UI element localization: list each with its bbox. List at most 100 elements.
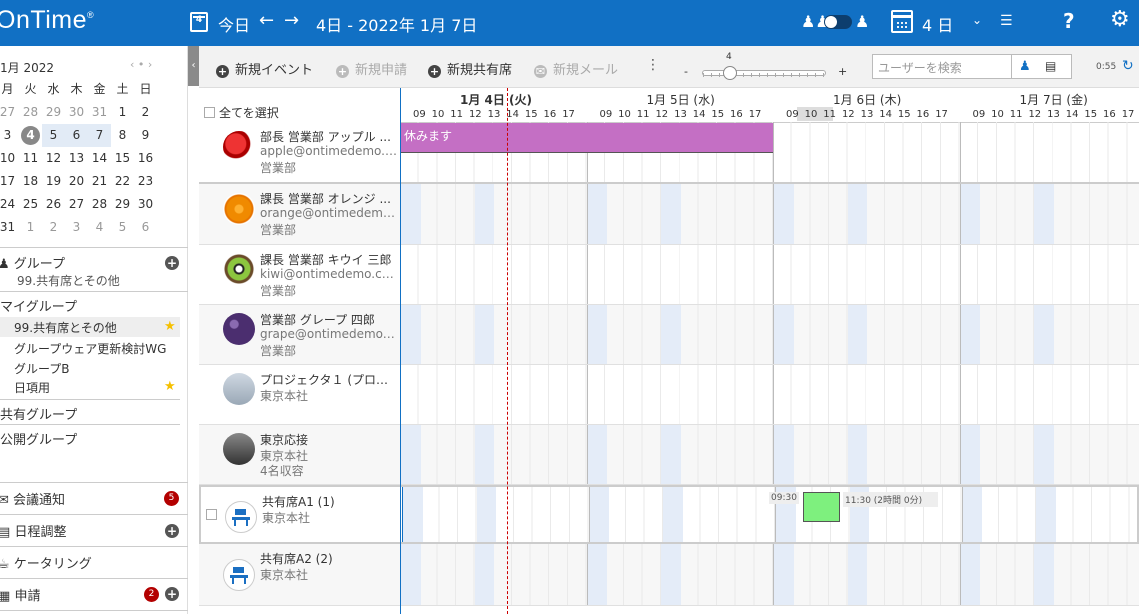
mini-calendar-day[interactable]: 27 bbox=[0, 101, 19, 124]
resource-row[interactable]: 東京応接 東京本社 4名収容 bbox=[199, 425, 1139, 485]
mini-calendar-day[interactable]: 19 bbox=[42, 170, 65, 193]
resource-name[interactable]: 東京応接 bbox=[260, 431, 398, 448]
resource-name[interactable]: 共有席A1 (1) bbox=[262, 493, 400, 510]
new-event-button[interactable]: + 新規イベント bbox=[216, 59, 313, 78]
mini-calendar-day[interactable]: 5 bbox=[42, 124, 65, 147]
mini-calendar-day[interactable]: 31 bbox=[88, 101, 111, 124]
time-grid[interactable]: 休みます bbox=[400, 122, 1139, 182]
resource-name[interactable]: 共有席A2 (2) bbox=[260, 550, 398, 567]
mini-calendar-day[interactable]: 23 bbox=[134, 170, 157, 193]
catering[interactable]: ☕ ケータリング bbox=[0, 553, 186, 572]
add-group-icon[interactable]: + bbox=[165, 256, 179, 270]
view-mode-toggle[interactable] bbox=[824, 15, 852, 29]
mini-calendar-day[interactable]: 8 bbox=[111, 124, 134, 147]
mini-calendar-day[interactable]: 11 bbox=[19, 147, 42, 170]
shared-groups[interactable]: 共有グループ bbox=[0, 404, 188, 423]
mini-calendar-day[interactable]: 13 bbox=[65, 147, 88, 170]
public-groups[interactable]: 公開グループ bbox=[0, 429, 188, 448]
mini-calendar-day[interactable]: 30 bbox=[65, 101, 88, 124]
filter-settings-icon[interactable]: ☰ bbox=[1000, 13, 1013, 29]
resource-name[interactable]: 営業部 グレープ 四郎 bbox=[260, 311, 398, 328]
mini-calendar-day[interactable]: 6 bbox=[65, 124, 88, 147]
today-button[interactable]: 今日 bbox=[218, 12, 250, 36]
select-all-checkbox[interactable] bbox=[204, 107, 215, 118]
ontime-logo[interactable]: OnTime® bbox=[0, 6, 94, 35]
zoom-slider-handle[interactable] bbox=[723, 66, 737, 80]
time-grid[interactable]: 09:30 11:30 (2時間 0分) bbox=[402, 487, 1139, 542]
resource-row[interactable]: 営業部 グレープ 四郎 grape@ontimedemo.c... 営業部 bbox=[199, 305, 1139, 365]
next-arrow-icon[interactable]: → bbox=[284, 10, 299, 31]
resource-row[interactable]: 課長 営業部 オレンジ ... orange@ontimedemo.... 営業部 bbox=[199, 184, 1139, 245]
group-section[interactable]: ♟ グループ bbox=[0, 253, 186, 272]
mini-calendar-day[interactable]: 28 bbox=[19, 101, 42, 124]
gear-icon[interactable]: ⚙ bbox=[1110, 7, 1130, 32]
mini-calendar-day[interactable]: 30 bbox=[134, 193, 157, 216]
prev-arrow-icon[interactable]: ← bbox=[259, 10, 274, 31]
mini-calendar-day[interactable]: 27 bbox=[65, 193, 88, 216]
mini-calendar-day[interactable]: 7 bbox=[88, 124, 111, 147]
mini-calendar-day[interactable]: 20 bbox=[65, 170, 88, 193]
more-vertical-icon[interactable]: ⋮ bbox=[646, 57, 660, 73]
resource-row[interactable]: 部長 営業部 アップル ... apple@ontimedemo.c... 営業部 休… bbox=[199, 122, 1139, 184]
time-grid[interactable] bbox=[400, 544, 1139, 605]
meeting-notice[interactable]: ✉ 会議通知 bbox=[0, 489, 186, 508]
help-icon[interactable]: ? bbox=[1063, 9, 1075, 33]
mini-calendar-day[interactable]: 2 bbox=[134, 101, 157, 124]
my-group-item[interactable]: グループB bbox=[14, 360, 202, 377]
seat-booking-event[interactable] bbox=[803, 492, 840, 522]
time-grid[interactable] bbox=[400, 305, 1139, 364]
current-group[interactable]: 99.共有席とその他 bbox=[17, 272, 205, 289]
mini-calendar-day[interactable]: 22 bbox=[111, 170, 134, 193]
refresh-icon[interactable]: ↻ bbox=[1122, 58, 1134, 74]
view-calendar-icon[interactable] bbox=[891, 10, 913, 33]
mini-calendar-day[interactable]: 26 bbox=[42, 193, 65, 216]
day-header[interactable]: 1月 7日 (金) bbox=[1020, 91, 1088, 108]
mini-calendar-day[interactable]: 31 bbox=[0, 216, 19, 239]
mini-calendar-nav[interactable]: ‹ • › bbox=[130, 58, 152, 71]
vacation-event[interactable]: 休みます bbox=[400, 123, 773, 153]
time-grid[interactable] bbox=[400, 245, 1139, 304]
day-header[interactable]: 1月 6日 (木) bbox=[833, 91, 901, 108]
mini-calendar-day[interactable]: 5 bbox=[111, 216, 134, 239]
my-group-item[interactable]: グループウェア更新検討WG bbox=[14, 340, 202, 357]
mini-calendar-day[interactable]: 1 bbox=[19, 216, 42, 239]
select-all[interactable]: 全てを選択 bbox=[204, 104, 279, 121]
mini-calendar-day[interactable]: 4 bbox=[19, 124, 42, 147]
collapse-sidebar-handle[interactable]: ‹ bbox=[188, 46, 199, 86]
time-grid[interactable] bbox=[400, 184, 1139, 244]
mini-calendar-day[interactable]: 2 bbox=[42, 216, 65, 239]
add-schedule-icon[interactable]: + bbox=[165, 524, 179, 538]
new-mail-button[interactable]: ✉ 新規メール bbox=[534, 59, 618, 78]
mini-calendar-day[interactable]: 24 bbox=[0, 193, 19, 216]
new-request-button[interactable]: + 新規申請 bbox=[336, 59, 407, 78]
mini-calendar-day[interactable]: 29 bbox=[111, 193, 134, 216]
new-shared-seat-button[interactable]: + 新規共有席 bbox=[428, 59, 512, 78]
mini-calendar-day[interactable]: 15 bbox=[111, 147, 134, 170]
mini-calendar-day[interactable]: 1 bbox=[111, 101, 134, 124]
mini-calendar-day[interactable]: 6 bbox=[134, 216, 157, 239]
mini-calendar-day[interactable]: 9 bbox=[134, 124, 157, 147]
add-request-icon[interactable]: + bbox=[165, 587, 179, 601]
mini-calendar-day[interactable]: 21 bbox=[88, 170, 111, 193]
mini-calendar-day[interactable]: 28 bbox=[88, 193, 111, 216]
room-search-icon[interactable]: ▤ bbox=[1045, 59, 1056, 73]
resource-name[interactable]: 部長 営業部 アップル ... bbox=[260, 128, 398, 145]
mini-calendar-day[interactable]: 16 bbox=[134, 147, 157, 170]
user-search-input[interactable]: ユーザーを検索 bbox=[872, 54, 1012, 79]
zoom-out-button[interactable]: - bbox=[684, 65, 688, 78]
row-checkbox[interactable] bbox=[206, 509, 217, 520]
resource-row[interactable]: 共有席A2 (2) 東京本社 bbox=[199, 544, 1139, 606]
resource-name[interactable]: プロジェクタ１ (プロジ... bbox=[260, 371, 398, 388]
person-search-icon[interactable]: ♟ bbox=[1019, 59, 1031, 74]
mini-calendar-day[interactable]: 3 bbox=[0, 124, 19, 147]
mini-calendar-day[interactable]: 29 bbox=[42, 101, 65, 124]
mini-calendar-day[interactable]: 10 bbox=[0, 147, 19, 170]
resource-row[interactable]: 課長 営業部 キウイ 三郎 kiwi@ontimedemo.com 営業部 bbox=[199, 245, 1139, 305]
resource-row[interactable]: 共有席A1 (1) 東京本社 09:30 11:30 (2時間 0分) bbox=[199, 485, 1139, 544]
mini-calendar-day[interactable]: 17 bbox=[0, 170, 19, 193]
chevron-down-icon[interactable]: ⌄ bbox=[972, 13, 982, 27]
resource-name[interactable]: 課長 営業部 キウイ 三郎 bbox=[260, 251, 398, 268]
mini-calendar-day[interactable]: 14 bbox=[88, 147, 111, 170]
zoom-in-button[interactable]: + bbox=[838, 65, 847, 78]
star-icon[interactable]: ★ bbox=[164, 379, 176, 394]
